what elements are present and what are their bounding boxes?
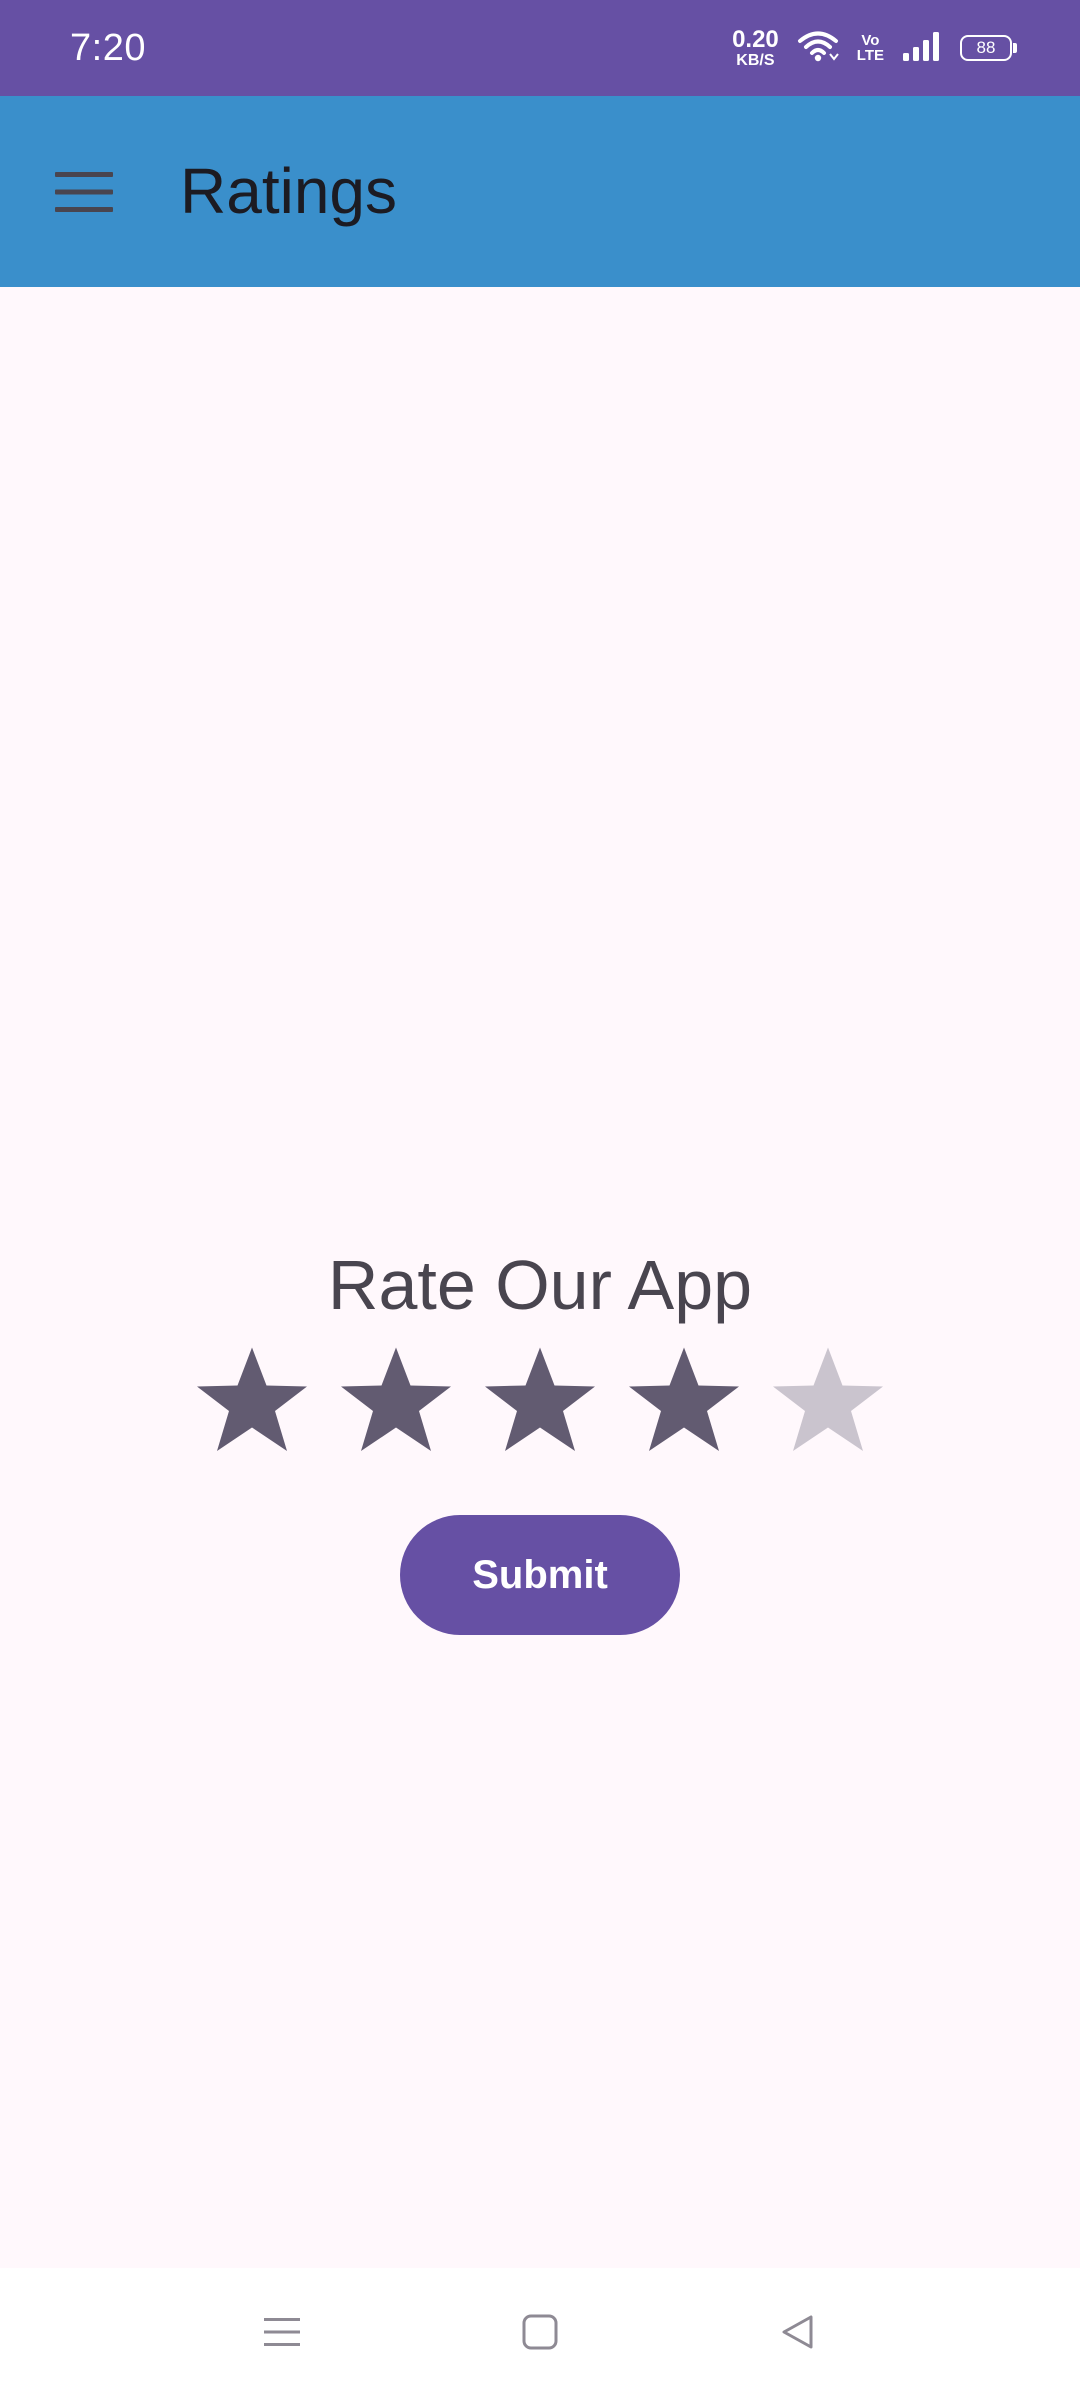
star-1-icon[interactable] bbox=[192, 1340, 312, 1460]
star-3-icon[interactable] bbox=[480, 1340, 600, 1460]
back-icon bbox=[778, 2312, 818, 2357]
navigation-bar bbox=[0, 2268, 1080, 2400]
volte-top: Vo bbox=[861, 32, 880, 49]
app-bar: Ratings bbox=[0, 96, 1080, 287]
star-4-icon[interactable] bbox=[624, 1340, 744, 1460]
star-5-icon[interactable] bbox=[768, 1340, 888, 1460]
recents-button[interactable] bbox=[242, 2294, 322, 2374]
submit-button[interactable]: Submit bbox=[400, 1515, 680, 1635]
home-icon bbox=[520, 2312, 560, 2357]
signal-icon bbox=[902, 31, 942, 66]
volte-indicator: Vo LTE bbox=[857, 33, 884, 63]
back-button[interactable] bbox=[758, 2294, 838, 2374]
volte-bottom: LTE bbox=[856, 47, 884, 64]
menu-button[interactable] bbox=[40, 150, 128, 238]
status-time: 7:20 bbox=[70, 27, 146, 69]
battery-icon: 88 bbox=[960, 35, 1017, 61]
battery-level: 88 bbox=[976, 38, 996, 57]
network-speed-value: 0.20 bbox=[732, 25, 779, 53]
home-button[interactable] bbox=[500, 2294, 580, 2374]
recents-icon bbox=[262, 2312, 302, 2357]
star-rating bbox=[0, 1340, 1080, 1460]
star-2-icon[interactable] bbox=[336, 1340, 456, 1460]
rating-title: Rate Our App bbox=[327, 1246, 753, 1324]
status-bar: 7:20 0.20 KB/S Vo LTE 88 bbox=[0, 0, 1080, 96]
network-speed-unit: KB/S bbox=[736, 51, 775, 69]
status-icons: 0.20 KB/S Vo LTE 88 bbox=[732, 0, 1017, 96]
hamburger-menu-icon bbox=[55, 170, 113, 219]
page-title: Ratings bbox=[180, 155, 397, 227]
wifi-icon bbox=[797, 30, 839, 67]
network-speed: 0.20 KB/S bbox=[732, 25, 779, 69]
